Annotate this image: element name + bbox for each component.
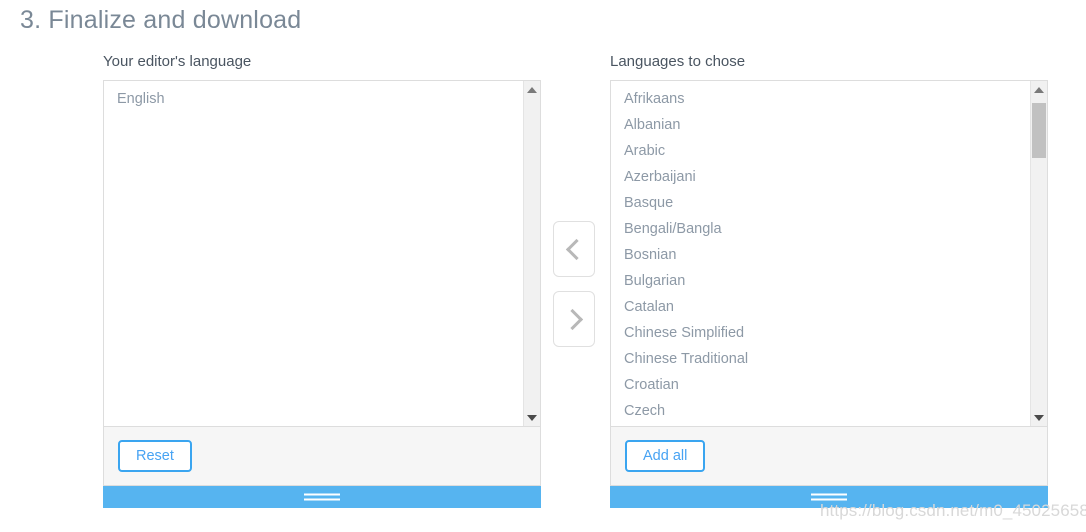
editor-language-listbox[interactable]: English (103, 80, 541, 427)
languages-to-chose-footer: Add all (610, 427, 1048, 486)
list-item[interactable]: Arabic (611, 138, 1030, 164)
page-title: 3. Finalize and download (20, 6, 302, 34)
add-all-button[interactable]: Add all (625, 439, 706, 473)
list-item[interactable]: Bengali/Bangla (611, 216, 1030, 242)
scroll-down-arrow-icon[interactable] (524, 409, 540, 426)
list-item[interactable]: Chinese Simplified (611, 320, 1030, 346)
list-item[interactable]: Bosnian (611, 242, 1030, 268)
languages-to-chose-scrollbar[interactable] (1030, 81, 1047, 426)
right-resize-bar[interactable] (610, 486, 1048, 508)
editor-language-label: Your editor's language (103, 53, 252, 70)
languages-to-chose-panel: Languages to chose Afrikaans Albanian Arab… (610, 52, 1048, 508)
grip-handle-icon[interactable] (304, 491, 340, 504)
move-left-button[interactable] (553, 221, 595, 277)
editor-language-panel: Your editor's language English Reset (103, 52, 541, 508)
list-item[interactable]: Catalan (611, 294, 1030, 320)
languages-to-chose-list[interactable]: Afrikaans Albanian Arabic Azerbaijani Basque… (611, 81, 1030, 426)
move-right-button[interactable] (553, 291, 595, 347)
list-item[interactable]: Bulgarian (611, 268, 1030, 294)
list-item[interactable]: Chinese Traditional (611, 346, 1030, 372)
scroll-up-arrow-icon[interactable] (524, 81, 540, 98)
list-item[interactable]: Croatian (611, 372, 1030, 398)
editor-language-scrollbar[interactable] (523, 81, 540, 426)
scrollbar-thumb[interactable] (1032, 103, 1046, 158)
chevron-right-icon (561, 308, 583, 330)
list-item[interactable]: Basque (611, 190, 1030, 216)
grip-handle-icon[interactable] (811, 491, 847, 504)
languages-to-chose-label: Languages to chose (610, 53, 746, 70)
scroll-up-arrow-icon[interactable] (1031, 81, 1047, 98)
reset-button[interactable]: Reset (118, 439, 192, 473)
list-item[interactable]: English (104, 86, 523, 112)
chevron-left-icon (565, 238, 587, 260)
list-item[interactable]: Czech (611, 398, 1030, 424)
list-item[interactable]: Albanian (611, 112, 1030, 138)
list-item[interactable]: Azerbaijani (611, 164, 1030, 190)
editor-language-list[interactable]: English (104, 81, 523, 426)
editor-language-footer: Reset (103, 427, 541, 486)
transfer-controls (553, 221, 595, 347)
list-item[interactable]: Afrikaans (611, 86, 1030, 112)
left-resize-bar[interactable] (103, 486, 541, 508)
scroll-down-arrow-icon[interactable] (1031, 409, 1047, 426)
languages-to-chose-listbox[interactable]: Afrikaans Albanian Arabic Azerbaijani Basque… (610, 80, 1048, 427)
